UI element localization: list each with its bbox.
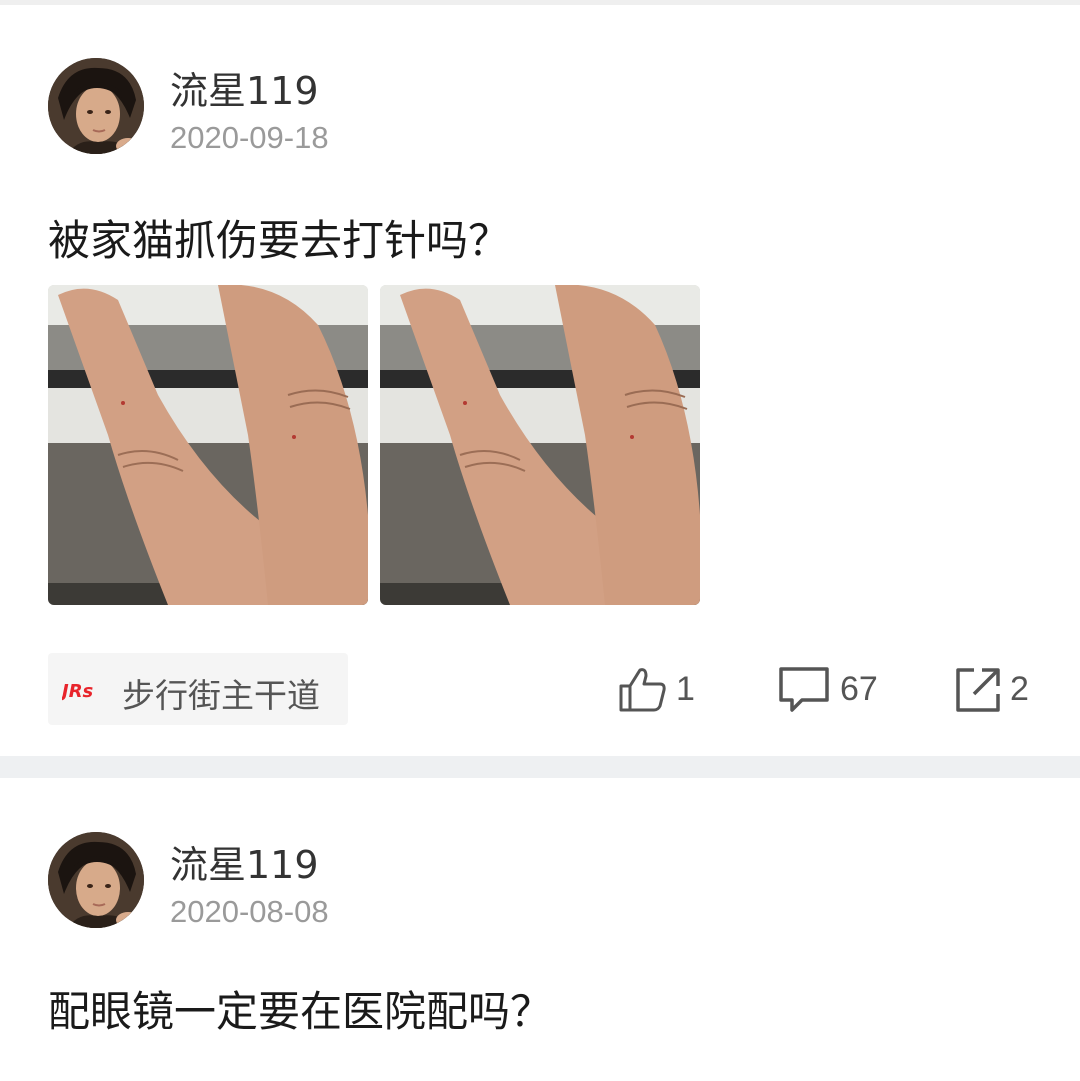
comment-button[interactable]: 67 (778, 660, 898, 720)
post-title[interactable]: 配眼镜一定要在医院配吗？ (48, 978, 552, 1039)
post-card[interactable]: 流星119 2020-09-18 被家猫抓伤要去打针吗？ JRs 步行街主干道 … (0, 0, 1080, 756)
like-count: 1 (676, 670, 695, 708)
post-card[interactable]: 流星119 2020-08-08 配眼镜一定要在医院配吗？ (0, 778, 1080, 1081)
like-button[interactable]: 1 (618, 660, 708, 720)
post-date: 2020-08-08 (170, 894, 329, 929)
post-separator (0, 756, 1080, 778)
jrs-logo: JRs (62, 673, 106, 705)
share-count: 2 (1010, 670, 1029, 708)
post-date: 2020-09-18 (170, 120, 329, 155)
thumbs-up-icon (619, 668, 666, 712)
comment-icon (779, 667, 829, 712)
board-tag[interactable]: JRs 步行街主干道 (48, 653, 348, 725)
author-name[interactable]: 流星119 (170, 60, 319, 115)
svg-text:JRs: JRs (62, 681, 94, 702)
avatar[interactable] (48, 58, 144, 154)
comment-count: 67 (840, 670, 878, 708)
author-name[interactable]: 流星119 (170, 834, 319, 889)
board-name: 步行街主干道 (122, 676, 320, 715)
share-button[interactable]: 2 (954, 660, 1044, 720)
post-title[interactable]: 被家猫抓伤要去打针吗？ (48, 207, 510, 268)
post-image[interactable] (48, 285, 368, 605)
avatar[interactable] (48, 832, 144, 928)
share-icon (956, 668, 1000, 712)
post-image[interactable] (380, 285, 700, 605)
